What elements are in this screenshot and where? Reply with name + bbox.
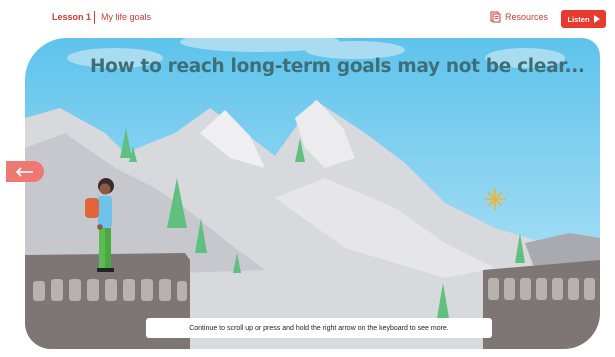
resources-link[interactable]: Resources <box>490 11 548 23</box>
header-divider <box>94 11 95 24</box>
listen-label: Listen <box>567 14 590 24</box>
listen-button[interactable]: Listen <box>561 10 606 28</box>
play-icon <box>593 15 600 23</box>
back-button[interactable] <box>6 161 44 182</box>
right-cliff <box>483 260 600 349</box>
top-bar: Lesson 1 My life goals Resources Listen <box>0 0 615 34</box>
scene-headline: How to reach long-term goals may not be … <box>90 56 585 77</box>
arrow-left-icon <box>15 166 33 177</box>
document-icon <box>490 11 501 23</box>
lesson-label: Lesson 1 <box>52 12 92 22</box>
illustration-scene <box>25 38 600 349</box>
resources-label: Resources <box>505 12 549 22</box>
scroll-instruction: Continue to scroll up or press and hold … <box>146 318 492 338</box>
lesson-title: My life goals <box>101 12 152 22</box>
